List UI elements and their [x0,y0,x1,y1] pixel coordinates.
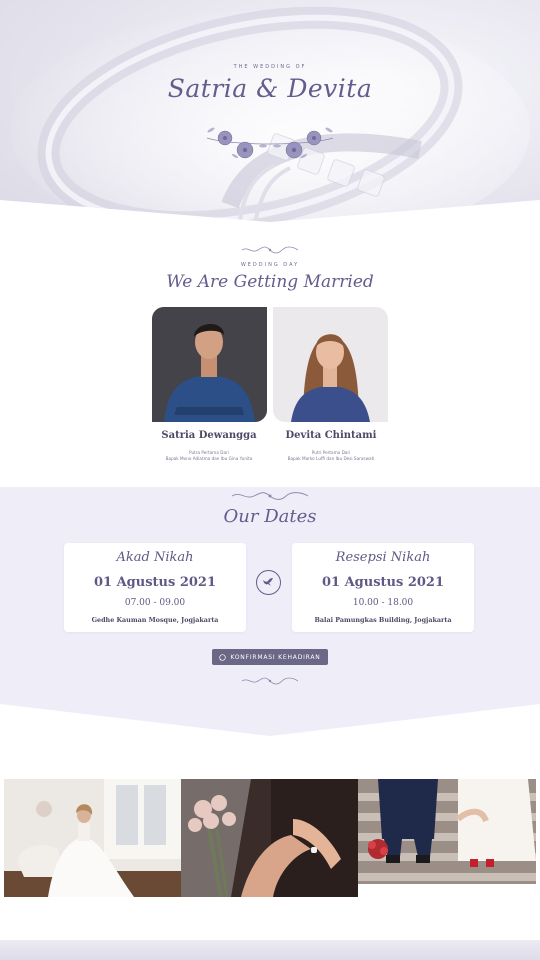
whatsapp-icon [219,653,227,661]
resepsi-card: Resepsi Nikah 01 Agustus 2021 10.00 - 18… [292,543,474,632]
dove-badge [256,570,281,595]
resepsi-date: 01 Agustus 2021 [321,575,445,590]
resepsi-name: Resepsi Nikah [335,550,431,565]
rsvp-button[interactable]: KONFIRMASI KEHADIRAN [212,649,328,665]
gallery-photo-couple-stairs[interactable] [358,779,536,897]
groom-name: Satria Dewangga [161,430,257,441]
dates-title: Our Dates [223,506,317,527]
groom-parent-line2: Bapak Mono Adiatma dan Ibu Gina Yunita [165,456,253,461]
akad-card: Akad Nikah 01 Agustus 2021 07.00 - 09.00… [64,543,246,632]
akad-time: 07.00 - 09.00 [124,598,186,608]
groom-photo [152,307,267,422]
dove-icon [263,578,273,586]
gallery-photo-bride-room[interactable] [4,779,181,897]
bride-photo [273,307,388,422]
swirl-ornament-icon [241,246,299,254]
bride-name: Devita Chintami [285,430,377,441]
dates-curve-divider [0,704,540,740]
akad-venue: Gedhe Kauman Mosque, Jogjakarta [91,616,219,624]
hero-curve-divider [0,200,540,240]
swirl-ornament-icon [241,677,299,685]
hero-section: THE WEDDING OF Satria & Devita [0,0,540,240]
gallery-photo-holding-hands[interactable] [181,779,358,897]
floral-ornament-icon [206,127,334,159]
rsvp-label: KONFIRMASI KEHADIRAN [230,653,321,661]
wedding-day-kicker: WEDDING DAY [240,262,300,268]
swirl-ornament-icon [231,492,309,500]
wedding-day-title: We Are Getting Married [166,272,374,292]
akad-name: Akad Nikah [116,550,194,565]
akad-date: 01 Agustus 2021 [93,575,217,590]
couple-title: Satria & Devita [167,74,373,103]
resepsi-venue: Balai Pamungkas Building, Jogjakarta [314,616,452,624]
footer-band [0,940,540,960]
hero-kicker: THE WEDDING OF [233,64,307,70]
bride-parent-line2: Bapak Marko Luffi dan Ibu Desi Saraswati [287,456,375,461]
resepsi-time: 10.00 - 18.00 [352,598,414,608]
